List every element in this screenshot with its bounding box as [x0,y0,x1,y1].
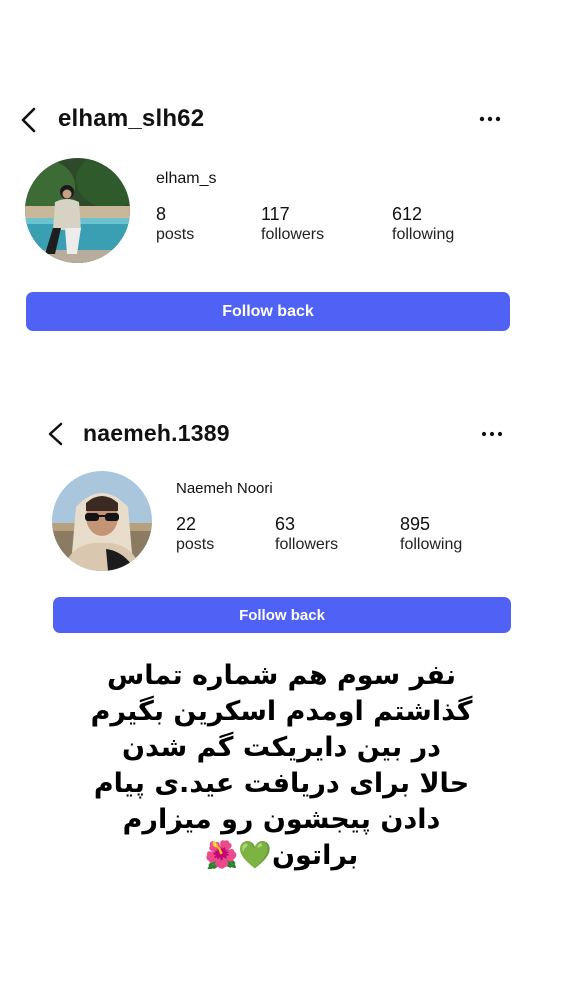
stat-posts-count: 8 [156,204,167,224]
caption-line: حالا برای دریافت عید.ی پیام [93,768,470,799]
stat-followers-count: 117 [261,204,290,224]
follow-back-button[interactable]: Follow back [53,597,511,633]
caption-line: براتون💚🌺 [204,840,359,871]
stat-posts-count: 22 [176,514,197,534]
caption-text-overlay: نفر سوم هم شماره تماس گذاشتم اومدم اسکری… [30,658,533,874]
stat-followers-label: followers [261,226,325,243]
back-chevron-icon[interactable] [45,421,67,452]
profile-avatar[interactable] [25,158,130,263]
stat-following[interactable]: 612 following [392,204,454,246]
stat-posts-label: posts [176,536,215,553]
more-options-icon[interactable] [478,112,502,131]
stat-posts[interactable]: 8 posts [156,204,194,246]
back-chevron-icon[interactable] [18,106,40,139]
profile-username: elham_slh62 [58,105,205,132]
more-options-icon[interactable] [480,427,504,446]
stat-followers[interactable]: 117 followers [261,204,324,246]
caption-line: دادن پیجشون رو میزارم [122,804,441,835]
follow-back-button[interactable]: Follow back [26,292,510,331]
profile-display-name: Naemeh Noori [176,480,273,497]
stat-following-label: following [400,536,463,553]
profile-avatar[interactable] [52,471,152,571]
profile-username: naemeh.1389 [83,420,230,446]
stat-following[interactable]: 895 following [400,514,462,556]
profile-card-elham: elham_slh62 elham_s 8 posts 117 follower… [0,0,563,340]
caption-line: گذاشتم اومدم اسکرین بگیرم [90,696,473,727]
profile-display-name: elham_s [156,170,217,187]
stat-followers-label: followers [275,536,339,553]
stat-posts[interactable]: 22 posts [176,514,214,556]
stat-posts-label: posts [156,226,195,243]
stat-following-label: following [392,226,455,243]
caption-line: در بین دایریکت گم شدن [122,732,441,763]
stat-followers-count: 63 [275,514,296,534]
stat-followers[interactable]: 63 followers [275,514,338,556]
stat-following-count: 895 [400,514,431,534]
caption-line: نفر سوم هم شماره تماس [106,660,457,691]
stat-following-count: 612 [392,204,423,224]
